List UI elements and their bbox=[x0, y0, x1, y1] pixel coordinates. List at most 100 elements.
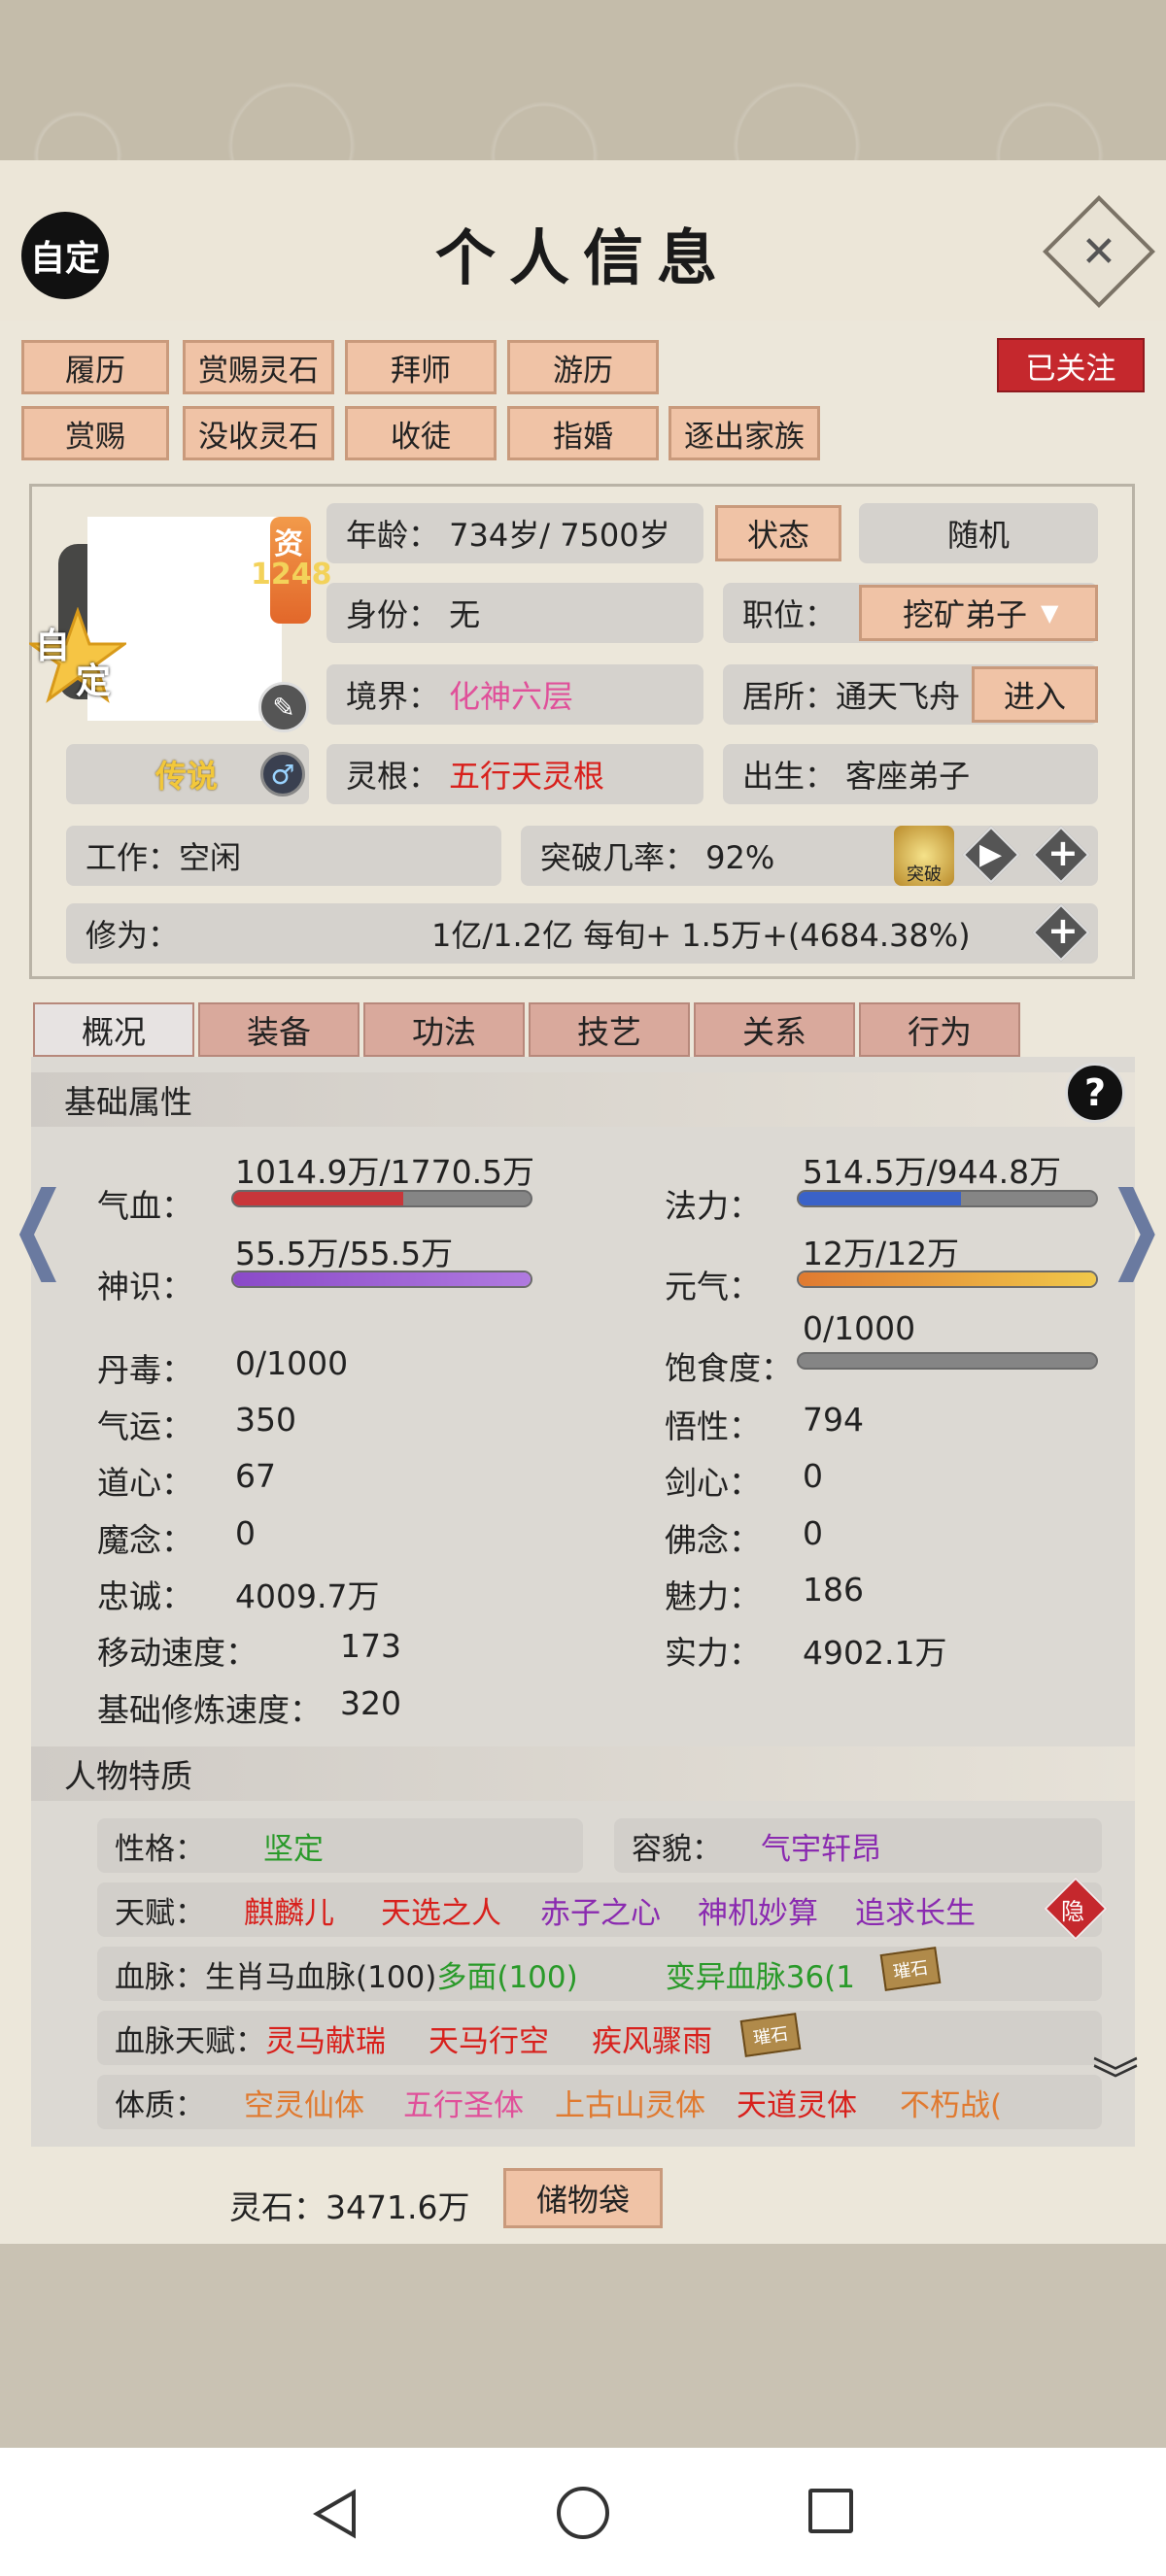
prev-arrow-icon[interactable]: ❮ bbox=[10, 1171, 67, 1283]
fonian-label: 佛念： bbox=[665, 1521, 761, 1559]
tab-arts[interactable]: 技艺 bbox=[529, 1002, 690, 1057]
dandu-value: 0/1000 bbox=[235, 1344, 349, 1382]
breakthrough-icon-label: 突破 bbox=[907, 864, 942, 885]
root-label: 灵根： bbox=[346, 758, 440, 795]
wuxing-value: 794 bbox=[803, 1401, 864, 1439]
train-speed-label: 基础修炼速度： bbox=[97, 1691, 322, 1729]
confiscate-stone-button[interactable]: 没收灵石 bbox=[183, 406, 334, 460]
travel-button[interactable]: 游历 bbox=[507, 340, 659, 394]
jianxin-label: 剑心： bbox=[665, 1464, 761, 1502]
next-arrow-icon[interactable]: ❯ bbox=[1108, 1171, 1165, 1283]
loyalty-value: 4009.7万 bbox=[235, 1577, 380, 1615]
tab-overview[interactable]: 概况 bbox=[33, 1002, 194, 1057]
realm-label: 境界： bbox=[346, 678, 440, 715]
daoxin-value: 67 bbox=[235, 1457, 276, 1495]
shenshi-label: 神识： bbox=[97, 1268, 193, 1305]
status-button[interactable]: 状态 bbox=[715, 505, 841, 561]
chevron-down-icon: ▼ bbox=[1041, 599, 1059, 627]
basic-attrs-header: 基础属性 bbox=[31, 1072, 1135, 1127]
edit-pen-icon[interactable]: ✎ bbox=[258, 682, 309, 732]
blood-tag-icon: 璀石 bbox=[879, 1947, 942, 1991]
looks-row: 容貌： 气宇轩昂 bbox=[614, 1818, 1102, 1873]
realm-value: 化神六层 bbox=[449, 678, 574, 715]
body-item[interactable]: 不朽战( bbox=[900, 2081, 1002, 2124]
follow-badge[interactable]: 已关注 bbox=[997, 338, 1145, 392]
tab-skills[interactable]: 功法 bbox=[363, 1002, 525, 1057]
marriage-button[interactable]: 指婚 bbox=[507, 406, 659, 460]
body-item[interactable]: 上古山灵体 bbox=[555, 2081, 705, 2124]
fali-bar bbox=[797, 1190, 1098, 1207]
custom-label-1: 自 bbox=[35, 627, 71, 666]
root-value: 五行天灵根 bbox=[449, 758, 605, 795]
aptitude-label: 资 bbox=[274, 527, 303, 561]
cultivation-plus-icon: + bbox=[1047, 909, 1079, 952]
home-icon[interactable] bbox=[557, 2487, 609, 2539]
baoshi-label: 饱食度： bbox=[665, 1349, 793, 1387]
close-icon: ✕ bbox=[1080, 226, 1117, 277]
position-value: 挖矿弟子 bbox=[903, 596, 1028, 633]
position-select[interactable]: 挖矿弟子 ▼ bbox=[859, 585, 1098, 641]
work-cell: 工作：空闲 bbox=[66, 826, 501, 886]
cultivation-label: 修为： bbox=[86, 917, 180, 954]
random-button[interactable]: 随机 bbox=[859, 503, 1098, 563]
tab-behavior[interactable]: 行为 bbox=[859, 1002, 1020, 1057]
daoxin-label: 道心： bbox=[97, 1464, 193, 1502]
personality-value: 坚定 bbox=[263, 1831, 324, 1867]
personality-label: 性格： bbox=[115, 1831, 205, 1867]
page-title: 个人信息 bbox=[434, 222, 731, 293]
identity-cell: 身份： 无 bbox=[326, 583, 703, 643]
legend-label: 传说 bbox=[155, 758, 219, 795]
body-item[interactable]: 空灵仙体 bbox=[244, 2081, 364, 2124]
take-disciple-button[interactable]: 收徒 bbox=[345, 406, 497, 460]
blood-talent-item[interactable]: 灵马献瑞 bbox=[265, 2017, 386, 2060]
cultivation-cell: 修为： 1亿/1.2亿 每旬+ 1.5万+(4684.38%) bbox=[66, 903, 1098, 964]
charm-value: 186 bbox=[803, 1571, 864, 1609]
baoshi-value: 0/1000 bbox=[803, 1309, 916, 1347]
expel-button[interactable]: 逐出家族 bbox=[669, 406, 820, 460]
personality-row: 性格： 坚定 bbox=[97, 1818, 583, 1873]
apprentice-button[interactable]: 拜师 bbox=[345, 340, 497, 394]
cultivation-value: 1亿/1.2亿 每旬+ 1.5万+(4684.38%) bbox=[431, 917, 971, 954]
talent-item[interactable]: 天选之人 bbox=[381, 1888, 501, 1932]
qixue-value: 1014.9万/1770.5万 bbox=[235, 1153, 535, 1191]
shenshi-bar-fill bbox=[233, 1272, 531, 1286]
talent-item[interactable]: 赤子之心 bbox=[540, 1888, 661, 1932]
age-cell: 年龄： 734岁/ 7500岁 bbox=[326, 503, 703, 563]
tab-relations[interactable]: 关系 bbox=[694, 1002, 855, 1057]
blood-talent-item[interactable]: 疾风骤雨 bbox=[592, 2017, 712, 2060]
fonian-value: 0 bbox=[803, 1514, 823, 1552]
history-button[interactable]: 履历 bbox=[21, 340, 169, 394]
back-icon[interactable] bbox=[309, 2487, 363, 2545]
recents-icon[interactable] bbox=[808, 2489, 853, 2533]
tab-equipment[interactable]: 装备 bbox=[198, 1002, 360, 1057]
shenshi-bar bbox=[231, 1271, 532, 1288]
enter-button[interactable]: 进入 bbox=[972, 666, 1098, 723]
body-item[interactable]: 天道灵体 bbox=[737, 2081, 857, 2124]
scroll-down-icon[interactable]: ︾ bbox=[1092, 2057, 1139, 2104]
talent-item[interactable]: 麒麟儿 bbox=[244, 1888, 334, 1932]
auto-button[interactable]: 自定 bbox=[21, 212, 109, 299]
talent-item[interactable]: 神机妙算 bbox=[698, 1888, 818, 1932]
body-row: 体质： 空灵仙体 五行圣体 上古山灵体 天道灵体 不朽战( bbox=[97, 2075, 1102, 2129]
spirit-stone-count: 灵石：3471.6万 bbox=[229, 2188, 470, 2226]
talent-label: 天赋： bbox=[115, 1895, 205, 1931]
fali-bar-fill bbox=[799, 1192, 961, 1205]
monian-value: 0 bbox=[235, 1514, 256, 1552]
charm-label: 魅力： bbox=[665, 1577, 761, 1615]
top-decor-band bbox=[0, 0, 1166, 160]
qixue-bar-fill bbox=[233, 1192, 404, 1205]
blood-talent-item[interactable]: 天马行空 bbox=[429, 2017, 549, 2060]
qiyun-value: 350 bbox=[235, 1401, 296, 1439]
reward-button[interactable]: 赏赐 bbox=[21, 406, 169, 460]
bottom-decor bbox=[0, 2244, 1166, 2448]
wuxing-label: 悟性： bbox=[665, 1407, 761, 1445]
body-item[interactable]: 五行圣体 bbox=[403, 2081, 524, 2124]
breakthrough-icon[interactable]: 突破 bbox=[894, 826, 954, 886]
talent-item[interactable]: 追求长生 bbox=[855, 1888, 976, 1932]
aptitude-value: 1248 bbox=[251, 558, 332, 592]
storage-bag-button[interactable]: 储物袋 bbox=[503, 2168, 663, 2228]
blood-value-2: 多面(100) bbox=[436, 1959, 578, 1995]
reward-stone-button[interactable]: 赏赐灵石 bbox=[183, 340, 334, 394]
help-icon[interactable]: ? bbox=[1065, 1063, 1125, 1123]
fali-label: 法力： bbox=[665, 1187, 761, 1225]
